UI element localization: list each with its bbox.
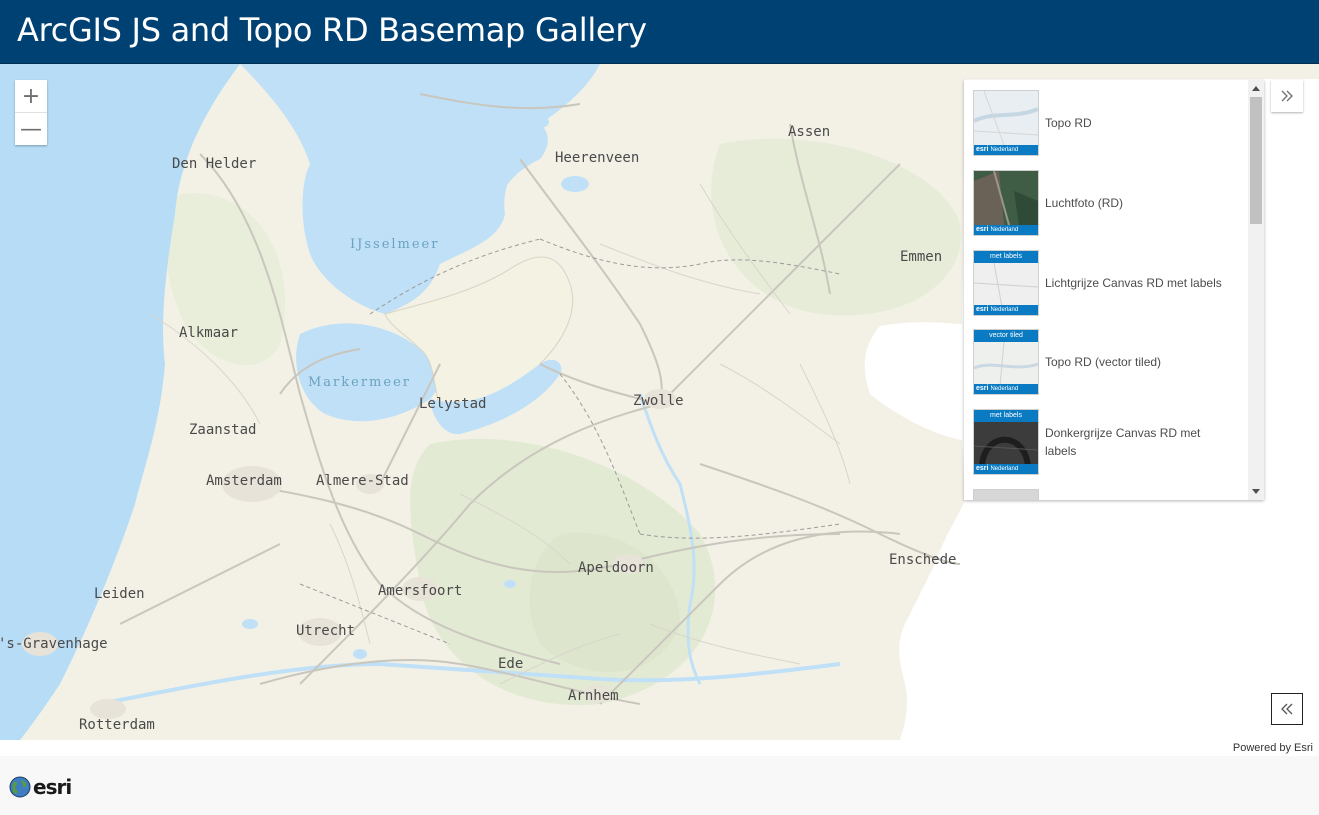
powered-by-text[interactable]: Powered by Esri (1233, 740, 1313, 756)
map-label-s-gravenhage: 's-Gravenhage (0, 636, 108, 652)
zoom-out-button[interactable]: — (15, 112, 47, 145)
map-label-lelystad: Lelystad (419, 396, 486, 412)
basemap-item-label: Luchtfoto (RD) (1045, 196, 1124, 210)
map-label-markermeer: Markermeer (308, 375, 411, 390)
map-label-amsterdam: Amsterdam (206, 473, 282, 489)
map-label-leiden: Leiden (94, 586, 145, 602)
map-label-rotterdam: Rotterdam (79, 717, 155, 733)
map-label-amersfoort: Amersfoort (378, 583, 462, 599)
basemap-item-topo-rd[interactable]: esri Nederland Topo RD (964, 80, 1248, 156)
page-title: ArcGIS JS and Topo RD Basemap Gallery (17, 11, 647, 49)
double-chevron-left-icon (1281, 703, 1293, 715)
basemap-item-partial[interactable] (964, 479, 1248, 500)
thumbnail-top-band: vector tiled (974, 330, 1038, 342)
map-attribution: Powered by Esri (0, 740, 1319, 756)
map-label-almere-stad: Almere-Stad (316, 473, 409, 489)
basemap-item-lichtgrijze-canvas[interactable]: met labels esri Nederland Lichtgrijze Can… (964, 240, 1248, 316)
app-footer: esri (0, 756, 1319, 815)
thumbnail-brand-band: esri Nederland (974, 225, 1038, 235)
basemap-thumbnail: met labels esri Nederland (973, 250, 1039, 316)
map-label-apeldoorn: Apeldoorn (578, 560, 654, 576)
map-label-emmen: Emmen (900, 249, 942, 265)
map-label-den-helder: Den Helder (172, 156, 256, 172)
basemap-item-label: Donkergrijze Canvas RD met labels (1045, 426, 1201, 458)
scroll-up-arrow-icon[interactable] (1252, 86, 1260, 91)
basemap-item-label: Lichtgrijze Canvas RD met labels (1045, 276, 1222, 290)
expand-panel-button[interactable] (1271, 693, 1303, 725)
map-label-alkmaar: Alkmaar (179, 325, 238, 341)
basemap-item-label: Topo RD (1045, 116, 1092, 130)
thumbnail-brand-band: esri Nederland (974, 464, 1038, 474)
map-label-utrecht: Utrecht (296, 623, 355, 639)
globe-icon (9, 776, 31, 798)
scroll-down-arrow-icon[interactable] (1252, 489, 1260, 494)
basemap-item-topo-rd-vector[interactable]: vector tiled esri Nederland Topo RD (vect… (964, 319, 1248, 395)
collapse-gallery-button[interactable] (1271, 80, 1303, 112)
scrollbar-thumb[interactable] (1250, 97, 1262, 224)
map-label-ede: Ede (498, 656, 523, 672)
map-label-ijsselmeer: IJsselmeer (350, 237, 439, 252)
basemap-item-donkergrijze-canvas[interactable]: met labels esri Nederland Donkergrijze Ca… (964, 399, 1248, 475)
basemap-thumbnail: met labels esri Nederland (973, 409, 1039, 475)
map-label-zaanstad: Zaanstad (189, 422, 256, 438)
basemap-thumbnail: vector tiled esri Nederland (973, 329, 1039, 395)
zoom-control: + — (15, 80, 47, 145)
map-label-heerenveen: Heerenveen (555, 150, 639, 166)
basemap-thumbnail (973, 489, 1039, 500)
basemap-item-luchtfoto[interactable]: esri Nederland Luchtfoto (RD) (964, 160, 1248, 236)
app-header: ArcGIS JS and Topo RD Basemap Gallery (0, 0, 1319, 64)
esri-logo-text: esri (33, 775, 72, 799)
map-label-assen: Assen (788, 124, 830, 140)
thumbnail-brand-band: esri Nederland (974, 384, 1038, 394)
zoom-in-button[interactable]: + (15, 80, 47, 112)
map-label-arnhem: Arnhem (568, 688, 619, 704)
thumbnail-brand-band: esri Nederland (974, 305, 1038, 315)
thumbnail-brand-band: esri Nederland (974, 145, 1038, 155)
double-chevron-right-icon (1281, 90, 1293, 102)
map-label-enschede: Enschede (889, 552, 956, 568)
thumbnail-top-band: met labels (974, 410, 1038, 422)
gallery-scrollbar[interactable] (1248, 80, 1264, 500)
thumbnail-top-band: met labels (974, 251, 1038, 263)
basemap-gallery: esri Nederland Topo RD esri Nederland Luch… (964, 80, 1264, 500)
basemap-thumbnail: esri Nederland (973, 170, 1039, 236)
basemap-item-label: Topo RD (vector tiled) (1045, 355, 1162, 369)
map-label-zwolle: Zwolle (633, 393, 684, 409)
esri-logo[interactable]: esri (9, 775, 72, 799)
basemap-thumbnail: esri Nederland (973, 90, 1039, 156)
